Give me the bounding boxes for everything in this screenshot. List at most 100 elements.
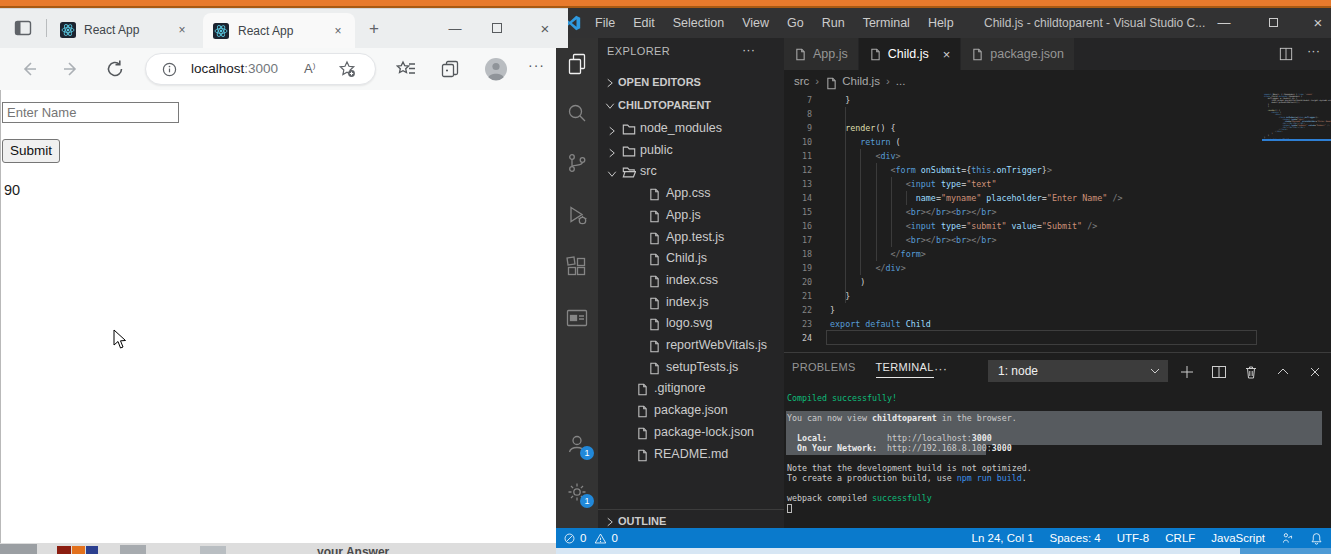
project-root-section[interactable]: CHILDTOPARENT [598,95,784,117]
menu-file[interactable]: File [586,8,624,38]
close-tab-icon[interactable]: × [330,23,346,39]
site-info-icon[interactable] [162,62,177,77]
split-terminal-icon[interactable] [1211,364,1227,380]
tree-item-package-lock.json[interactable]: package-lock.json [598,421,784,443]
editor-tab-package.json[interactable]: package.json [961,38,1075,70]
problems-status[interactable]: 0 0 [563,528,618,548]
kill-terminal-trash-icon[interactable] [1243,364,1259,380]
editor-tab-App.js[interactable]: App.js [784,38,859,70]
status-item[interactable]: CRLF [1165,532,1195,544]
new-terminal-icon[interactable] [1179,364,1195,380]
browser-tab-active[interactable]: React App × [203,13,355,49]
address-bar[interactable]: localhost:3000 A) [145,53,376,85]
forward-icon[interactable] [60,58,82,80]
editor-tab-Child.js[interactable]: Child.js× [859,38,962,70]
tree-item-Child.js[interactable]: Child.js [598,247,784,269]
extensions-icon[interactable] [565,255,589,279]
tree-item-index.js[interactable]: index.js [598,291,784,313]
close-tab-icon[interactable]: × [174,22,190,38]
vscode-maximize-button[interactable] [1259,8,1287,38]
browser-close-button[interactable]: × [530,14,560,44]
code-line-21[interactable]: 21 } [784,289,1331,303]
tree-item-index.css[interactable]: index.css [598,269,784,291]
code-line-13[interactable]: 13 <input type="text" [784,177,1331,191]
code-line-18[interactable]: 18 </form> [784,247,1331,261]
code-line-10[interactable]: 10 return ( [784,135,1331,149]
breadcrumb-item[interactable]: src [794,70,809,92]
feedback-icon[interactable] [1281,532,1294,545]
code-line-23[interactable]: 23export default Child [784,317,1331,331]
terminal-output[interactable]: Compiled successfully! You can now view … [787,393,1032,503]
terminal-select[interactable]: 1: node [988,360,1168,382]
profile-avatar[interactable] [484,57,508,81]
read-aloud-icon[interactable]: A) [304,61,315,76]
vscode-close-button[interactable]: × [1304,8,1331,38]
source-control-icon[interactable] [565,151,589,175]
code-line-8[interactable]: 8 [784,107,1331,121]
back-icon[interactable] [18,58,40,80]
tree-item-reportWebVitals.js[interactable]: reportWebVitals.js [598,334,784,356]
tree-item-setupTests.js[interactable]: setupTests.js [598,356,784,378]
code-line-15[interactable]: 15 <br></br><br></br> [784,205,1331,219]
preview-panel-icon[interactable] [565,306,589,330]
browser-maximize-button[interactable] [482,14,512,44]
more-actions-icon[interactable]: ··· [1307,43,1320,58]
tree-item-logo.svg[interactable]: logo.svg [598,312,784,334]
status-item[interactable]: JavaScript [1211,532,1265,544]
close-tab-icon[interactable]: × [943,47,951,62]
browser-more-icon[interactable]: ··· [528,57,545,73]
code-line-19[interactable]: 19 </div> [784,261,1331,275]
code-line-7[interactable]: 7 } [784,93,1331,107]
tree-item-App.js[interactable]: App.js [598,204,784,226]
browser-tab-inactive[interactable]: React App × [52,15,198,45]
status-item[interactable]: Spaces: 4 [1050,532,1101,544]
url-text[interactable]: localhost:3000 [191,54,278,84]
menu-terminal[interactable]: Terminal [854,8,919,38]
maximize-panel-icon[interactable] [1275,364,1291,380]
code-line-17[interactable]: 17 <br></br><br></br> [784,233,1331,247]
run-debug-icon[interactable] [565,203,589,227]
tree-item-package.json[interactable]: package.json [598,399,784,421]
tree-item-App.test.js[interactable]: App.test.js [598,226,784,248]
name-input[interactable]: Enter Name [2,102,179,123]
submit-button[interactable]: Submit [2,139,60,163]
menu-selection[interactable]: Selection [664,8,733,38]
tree-item-src[interactable]: src [598,160,784,182]
favorites-bar-icon[interactable] [396,59,416,79]
breadcrumb-item[interactable]: Child.js [842,70,880,92]
open-editors-section[interactable]: OPEN EDITORS [598,72,784,94]
panel-more-icon[interactable]: ··· [934,361,947,376]
vscode-minimize-button[interactable]: — [1210,8,1238,38]
status-item[interactable]: Ln 24, Col 1 [972,532,1034,544]
search-icon[interactable] [565,101,589,125]
breadcrumb-item[interactable]: ... [896,70,906,92]
status-item[interactable]: UTF-8 [1117,532,1150,544]
code-line-22[interactable]: 22} [784,303,1331,317]
tree-item-public[interactable]: public [598,139,784,161]
panel-tab-terminal[interactable]: TERMINAL [876,361,934,378]
browser-minimize-button[interactable]: — [440,14,470,44]
tree-item-node_modules[interactable]: node_modules [598,117,784,139]
code-line-11[interactable]: 11 <div> [784,149,1331,163]
menu-edit[interactable]: Edit [624,8,664,38]
refresh-icon[interactable] [104,58,126,80]
menu-go[interactable]: Go [778,8,813,38]
menu-view[interactable]: View [733,8,778,38]
tree-item-.gitignore[interactable]: .gitignore [598,377,784,399]
panel-tab-problems[interactable]: PROBLEMS [792,361,856,373]
code-line-12[interactable]: 12 <form onSubmit={this.onTrigger}> [784,163,1331,177]
breadcrumb[interactable]: src›Child.js›... [784,70,1331,92]
code-line-9[interactable]: 9 render() { [784,121,1331,135]
menu-help[interactable]: Help [919,8,963,38]
new-tab-button[interactable]: + [362,17,386,41]
code-line-16[interactable]: 16 <input type="submit" value="Submit" /… [784,219,1331,233]
files-icon[interactable] [565,52,589,76]
minimap[interactable]: import React, { Component } from 'react'… [1262,92,1331,352]
code-line-24[interactable]: 24 [784,331,1331,345]
tree-item-README.md[interactable]: README.md [598,443,784,465]
notifications-bell-icon[interactable] [1310,532,1323,545]
collections-icon[interactable] [440,59,460,79]
tree-item-App.css[interactable]: App.css [598,182,784,204]
code-line-14[interactable]: 14 name="myname" placeholder="Enter Name… [784,191,1331,205]
split-editor-icon[interactable] [1279,47,1293,61]
